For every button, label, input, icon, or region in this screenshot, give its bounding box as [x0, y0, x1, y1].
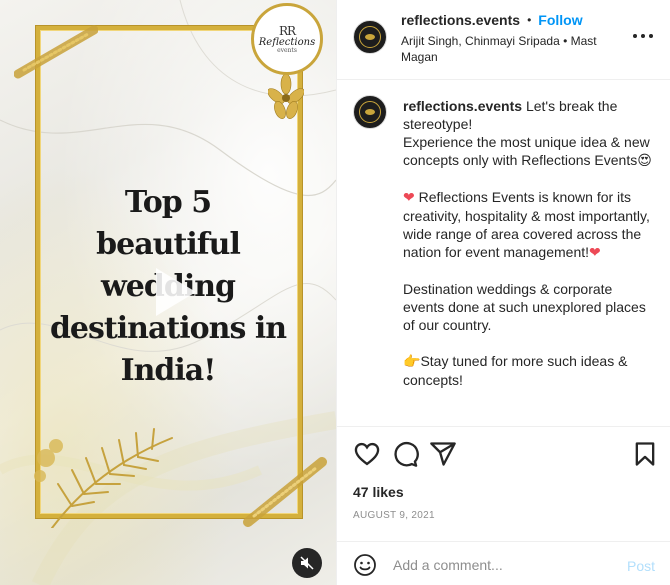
heart-icon[interactable]	[353, 440, 381, 468]
post-date[interactable]: AUGUST 9, 2021	[353, 510, 435, 521]
caption-scroll-area[interactable]: reflections.events Let's break the stere…	[337, 81, 670, 427]
heart-eyes-emoji-icon: 😍	[637, 153, 652, 169]
play-icon[interactable]	[134, 256, 206, 328]
gold-flower-icon	[268, 74, 304, 119]
gold-glitter-top	[14, 25, 98, 79]
post-details-panel: reflections.events • Follow Arijit Singh…	[336, 0, 670, 585]
header-username[interactable]: reflections.events	[401, 12, 520, 28]
red-heart-emoji-icon-end: ❤	[589, 245, 601, 261]
brand-logo: RR Reflections events	[251, 3, 323, 75]
emoji-smile-icon[interactable]	[353, 553, 377, 577]
more-options-icon[interactable]	[631, 30, 655, 42]
caption-username[interactable]: reflections.events	[403, 98, 522, 114]
bookmark-icon[interactable]	[631, 440, 659, 468]
post-video[interactable]: Top 5 beautiful wedding destinations in …	[0, 0, 336, 585]
gold-glitter-bottom	[243, 457, 327, 527]
headline-line-4: India!	[120, 353, 217, 388]
headline-line-1: Top 5	[124, 185, 212, 220]
caption-avatar[interactable]	[353, 95, 387, 129]
mute-button[interactable]	[292, 548, 322, 578]
mute-icon	[300, 556, 314, 570]
pointing-hand-emoji-icon: 👉	[403, 354, 421, 370]
comment-input[interactable]	[393, 552, 613, 578]
separator-dot: •	[527, 13, 532, 27]
audio-track-link[interactable]: Arijit Singh, Chinmayi Sripada • Mast Ma…	[401, 33, 621, 65]
gold-fern-icon	[34, 428, 173, 528]
avatar[interactable]	[353, 20, 387, 54]
caption-para-2: Reflections Events is known for its crea…	[403, 189, 650, 260]
logo-name: Reflections	[258, 36, 316, 48]
logo-sub: events	[277, 46, 297, 54]
comment-bar: Post	[337, 541, 670, 585]
caption-text: reflections.events Let's break the stere…	[403, 97, 653, 389]
caption-para-4: Stay tuned for more such ideas & concept…	[403, 353, 628, 388]
follow-button[interactable]: Follow	[538, 12, 582, 28]
caption-para-3: Destination weddings & corporate events …	[403, 281, 646, 333]
action-bar	[337, 428, 670, 480]
likes-count[interactable]: 47 likes	[353, 484, 404, 500]
post-header: reflections.events • Follow Arijit Singh…	[337, 0, 670, 80]
share-icon[interactable]	[429, 440, 457, 468]
comment-icon[interactable]	[391, 440, 419, 468]
red-heart-emoji-icon: ❤	[403, 190, 415, 206]
caption-line-2: Experience the most unique idea & new co…	[403, 134, 650, 168]
post-comment-button[interactable]: Post	[627, 558, 655, 574]
logo-monogram: RR	[278, 23, 296, 38]
